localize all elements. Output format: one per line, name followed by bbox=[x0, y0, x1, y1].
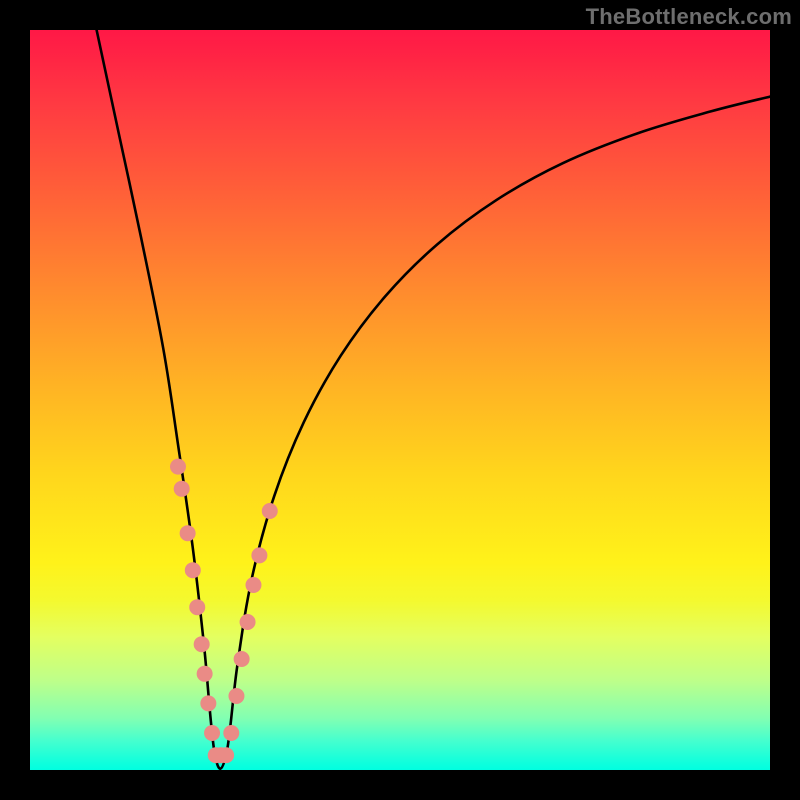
marker-dot bbox=[189, 599, 205, 615]
marker-dot bbox=[245, 577, 261, 593]
marker-dot bbox=[204, 725, 220, 741]
marker-dot bbox=[200, 695, 216, 711]
marker-dot bbox=[180, 525, 196, 541]
marker-dot bbox=[218, 747, 234, 763]
watermark-text: TheBottleneck.com bbox=[586, 4, 792, 30]
bottleneck-curve bbox=[97, 30, 770, 769]
chart-frame: TheBottleneck.com bbox=[0, 0, 800, 800]
marker-dot bbox=[174, 481, 190, 497]
marker-dot bbox=[197, 666, 213, 682]
plot-area bbox=[30, 30, 770, 770]
marker-dot bbox=[228, 688, 244, 704]
marker-dot bbox=[251, 547, 267, 563]
marker-dot bbox=[185, 562, 201, 578]
marker-dot bbox=[223, 725, 239, 741]
marker-dot bbox=[240, 614, 256, 630]
marker-dot bbox=[194, 636, 210, 652]
marker-dot bbox=[262, 503, 278, 519]
marker-dot bbox=[234, 651, 250, 667]
marker-dot bbox=[170, 459, 186, 475]
chart-svg bbox=[30, 30, 770, 770]
